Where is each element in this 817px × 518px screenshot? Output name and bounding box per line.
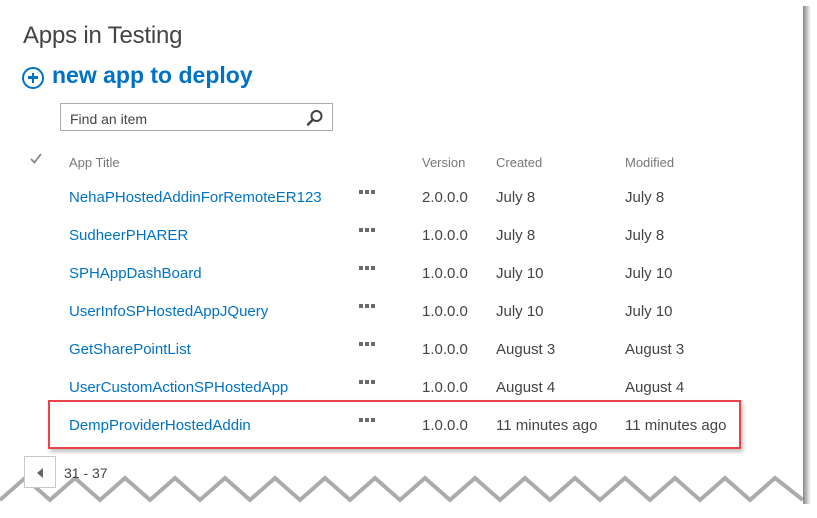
column-header-version[interactable]: Version xyxy=(422,155,465,170)
select-all-check-icon[interactable] xyxy=(29,152,43,166)
created-cell: August 3 xyxy=(496,341,556,358)
modified-cell: 11 minutes ago xyxy=(625,417,727,434)
app-title-link[interactable]: DempProviderHostedAddin xyxy=(69,416,251,436)
new-app-label: new app to deploy xyxy=(52,62,253,88)
search-box xyxy=(60,103,333,131)
more-options-icon[interactable] xyxy=(359,304,379,314)
search-icon[interactable] xyxy=(306,109,324,127)
new-app-button[interactable]: new app to deploy xyxy=(22,62,253,89)
created-cell: July 8 xyxy=(496,227,536,244)
pager-range: 31 - 37 xyxy=(64,465,108,481)
app-title-link[interactable]: GetSharePointList xyxy=(69,340,191,360)
page-edge-shadow xyxy=(803,6,811,504)
modified-cell: July 10 xyxy=(625,265,673,282)
created-cell: 11 minutes ago xyxy=(496,417,598,434)
modified-cell: July 10 xyxy=(625,303,673,320)
more-options-icon[interactable] xyxy=(359,190,379,200)
app-title-link[interactable]: SPHAppDashBoard xyxy=(69,264,202,284)
app-title-link[interactable]: SudheerPHARER xyxy=(69,226,188,246)
app-title-link[interactable]: UserCustomActionSPHostedApp xyxy=(69,378,288,398)
more-options-icon[interactable] xyxy=(359,228,379,238)
created-cell: July 10 xyxy=(496,265,544,282)
created-cell: July 10 xyxy=(496,303,544,320)
table-row: UserInfoSPHostedAppJQuery 1.0.0.0 July 1… xyxy=(0,302,800,340)
more-options-icon[interactable] xyxy=(359,342,379,352)
search-input[interactable] xyxy=(68,108,302,130)
more-options-icon[interactable] xyxy=(359,418,379,428)
more-options-icon[interactable] xyxy=(359,266,379,276)
version-cell: 1.0.0.0 xyxy=(422,379,468,396)
page: Apps in Testing new app to deploy App Ti… xyxy=(0,0,803,518)
table-row: GetSharePointList 1.0.0.0 August 3 Augus… xyxy=(0,340,800,378)
column-header-modified[interactable]: Modified xyxy=(625,155,674,170)
version-cell: 2.0.0.0 xyxy=(422,189,468,206)
created-cell: August 4 xyxy=(496,379,556,396)
app-title-link[interactable]: UserInfoSPHostedAppJQuery xyxy=(69,302,268,322)
modified-cell: August 4 xyxy=(625,379,685,396)
created-cell: July 8 xyxy=(496,189,536,206)
version-cell: 1.0.0.0 xyxy=(422,341,468,358)
modified-cell: July 8 xyxy=(625,227,665,244)
table-row: SPHAppDashBoard 1.0.0.0 July 10 July 10 xyxy=(0,264,800,302)
modified-cell: July 8 xyxy=(625,189,665,206)
add-circle-icon xyxy=(22,66,44,89)
version-cell: 1.0.0.0 xyxy=(422,265,468,282)
table-row: SudheerPHARER 1.0.0.0 July 8 July 8 xyxy=(0,226,800,264)
column-header-created[interactable]: Created xyxy=(496,155,542,170)
pager-previous-button[interactable] xyxy=(24,456,56,488)
page-title: Apps in Testing xyxy=(23,22,183,49)
version-cell: 1.0.0.0 xyxy=(422,303,468,320)
table-row-highlighted: DempProviderHostedAddin 1.0.0.0 11 minut… xyxy=(0,416,800,454)
column-header-app-title[interactable]: App Title xyxy=(69,155,120,170)
more-options-icon[interactable] xyxy=(359,380,379,390)
app-title-link[interactable]: NehaPHostedAddinForRemoteER123 xyxy=(69,188,322,208)
table-row: NehaPHostedAddinForRemoteER123 2.0.0.0 J… xyxy=(0,188,800,226)
version-cell: 1.0.0.0 xyxy=(422,227,468,244)
modified-cell: August 3 xyxy=(625,341,685,358)
version-cell: 1.0.0.0 xyxy=(422,417,468,434)
torn-edge-decoration xyxy=(0,475,805,518)
